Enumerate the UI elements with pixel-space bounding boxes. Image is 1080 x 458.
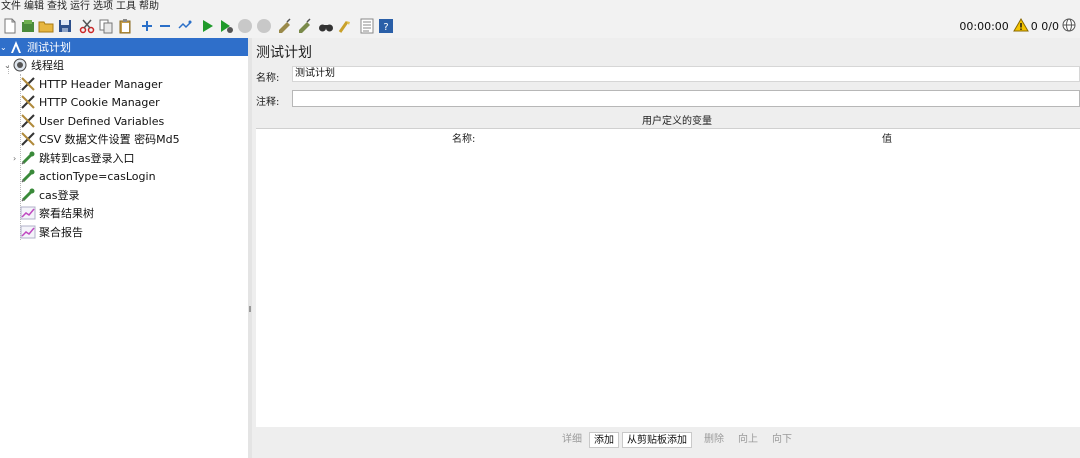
expand-arrow-icon[interactable]: › [13,154,16,163]
collapse-arrow-icon[interactable]: ⌄ [4,61,11,70]
reset-search-icon[interactable] [337,18,353,34]
column-header-name[interactable]: 名称: [452,130,475,145]
toggle-icon[interactable] [177,18,193,34]
tree-node-label: 聚合报告 [39,226,83,239]
config-element-icon [20,76,36,92]
menu-edit[interactable]: 编辑 [23,0,46,14]
collapse-icon[interactable] [157,18,173,34]
globe-icon[interactable] [1062,18,1076,35]
tree-node-label: actionType=casLogin [39,169,156,183]
function-helper-icon[interactable] [359,18,375,34]
warning-icon[interactable] [1012,17,1029,35]
tree-node-user-defined-variables[interactable]: User Defined Variables [0,112,164,130]
config-element-icon [20,131,36,147]
tree-node-http-header-manager[interactable]: HTTP Header Manager [0,75,162,93]
tree-node-label: 跳转到cas登录入口 [39,152,135,165]
start-no-pause-icon[interactable] [218,18,234,34]
comment-label: 注释: [256,97,280,108]
comment-field[interactable] [292,90,1080,107]
save-icon[interactable] [57,18,73,34]
elapsed-timer: 00:00:00 [959,19,1009,33]
tree-node-view-results-tree[interactable]: 察看结果树 [0,204,94,222]
test-plan-panel: 测试计划 名称: 测试计划 注释: 用户定义的变量 名称: 值 详细 添加 从剪… [252,38,1080,458]
table-button-bar: 详细 添加 从剪贴板添加 删除 向上 向下 [252,430,1080,452]
collapse-arrow-icon[interactable]: ⌄ [0,43,7,52]
tree-node-csv-data-set[interactable]: CSV 数据文件设置 密码Md5 [0,130,180,148]
test-plan-icon [8,39,24,55]
sampler-pipette-icon [20,150,36,166]
open-icon[interactable] [38,18,54,34]
status-area: 00:00:00 0 0/0 [959,14,1076,38]
column-header-value[interactable]: 值 [882,130,892,145]
name-label: 名称: [256,73,280,84]
config-element-icon [20,113,36,129]
name-field[interactable]: 测试计划 [292,66,1080,82]
test-plan-tree: ⌄ 测试计划 ⌄ 线程组 HTTP Header Manager HTTP Co… [0,38,248,458]
tree-node-label: 察看结果树 [39,207,94,220]
move-down-button[interactable]: 向下 [768,432,796,448]
user-variables-title: 用户定义的变量 [642,116,712,127]
delete-button[interactable]: 删除 [700,432,728,448]
page-title: 测试计划 [256,45,312,61]
start-icon[interactable] [199,18,215,34]
tree-node-cas-redirect[interactable]: › 跳转到cas登录入口 [0,149,135,167]
menu-bar: 文件 编辑 查找 运行 选项 工具 帮助 [0,0,1080,14]
tree-node-action-type[interactable]: actionType=casLogin [0,167,156,185]
user-variables-table[interactable]: 名称: 值 [256,128,1080,427]
detail-button[interactable]: 详细 [558,432,586,448]
stop-icon[interactable] [237,18,253,34]
listener-chart-icon [20,205,36,221]
templates-icon[interactable] [20,18,36,34]
clear-all-icon[interactable] [297,18,313,34]
svg-text:?: ? [383,22,388,33]
tree-node-aggregate-report[interactable]: 聚合报告 [0,223,83,241]
toolbar: ? 00:00:00 0 0/0 [0,14,1080,39]
listener-chart-icon [20,224,36,240]
menu-run[interactable]: 运行 [69,0,92,14]
tree-node-http-cookie-manager[interactable]: HTTP Cookie Manager [0,93,160,111]
sampler-pipette-icon [20,187,36,203]
tree-node-label: HTTP Header Manager [39,77,163,91]
tree-node-label: 测试计划 [27,41,71,54]
thread-group-icon [12,57,28,73]
add-button[interactable]: 添加 [589,432,619,448]
paste-icon[interactable] [117,18,133,34]
tree-node-thread-group[interactable]: ⌄ 线程组 [0,56,64,74]
splitter-grip[interactable] [249,306,251,312]
menu-file[interactable]: 文件 [0,0,23,14]
new-icon[interactable] [2,18,18,34]
help-icon[interactable]: ? [378,18,394,34]
cut-icon[interactable] [79,18,95,34]
tree-node-label: CSV 数据文件设置 密码Md5 [39,133,180,146]
search-icon[interactable] [318,18,334,34]
copy-icon[interactable] [98,18,114,34]
tree-node-label: 线程组 [31,59,64,72]
config-element-icon [20,94,36,110]
shutdown-icon[interactable] [256,18,272,34]
add-from-clipboard-button[interactable]: 从剪贴板添加 [622,432,692,448]
sampler-pipette-icon [20,168,36,184]
expand-icon[interactable] [139,18,155,34]
move-up-button[interactable]: 向上 [734,432,762,448]
tree-node-cas-login[interactable]: cas登录 [0,186,80,204]
menu-help[interactable]: 帮助 [138,0,161,14]
tree-node-test-plan[interactable]: ⌄ 测试计划 [0,38,248,56]
tree-node-label: User Defined Variables [39,114,165,128]
clear-icon[interactable] [277,18,293,34]
menu-search[interactable]: 查找 [46,0,69,14]
menu-options[interactable]: 选项 [92,0,115,14]
menu-tools[interactable]: 工具 [115,0,138,14]
tree-node-label: cas登录 [39,189,80,202]
thread-count: 0 0/0 [1030,19,1059,33]
tree-node-label: HTTP Cookie Manager [39,95,160,109]
